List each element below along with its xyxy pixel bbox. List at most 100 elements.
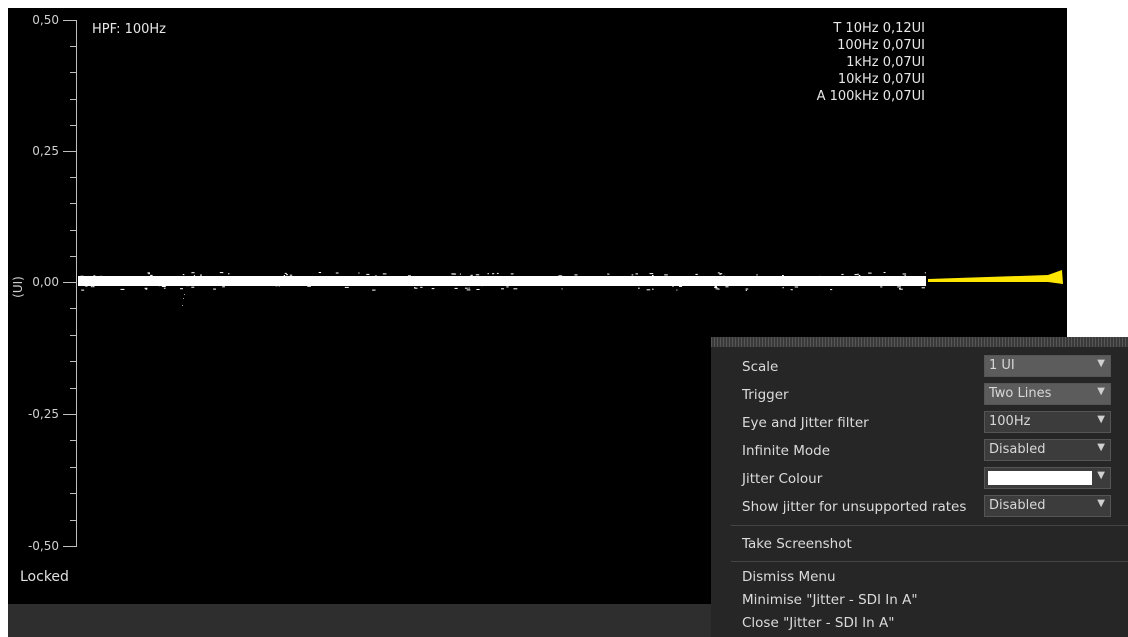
menu-item-trigger[interactable]: Trigger Two Lines ▼ (711, 381, 1128, 409)
jitter-sample (831, 278, 833, 280)
jitter-sample (510, 279, 514, 281)
menu-item-eye-jitter-filter[interactable]: Eye and Jitter filter 100Hz ▼ (711, 409, 1128, 437)
jitter-sample (270, 282, 273, 284)
jitter-sample (183, 279, 187, 280)
jitter-sample (374, 281, 377, 283)
jitter-sample (431, 288, 435, 290)
jitter-sample (849, 281, 852, 283)
jitter-sample (415, 276, 419, 278)
jitter-sample (98, 277, 101, 279)
jitter-sample (578, 278, 582, 280)
jitter-sample (154, 281, 157, 283)
jitter-sample (714, 287, 718, 288)
jitter-sample (569, 278, 574, 280)
jitter-sample (283, 275, 286, 276)
jitter-sample (92, 286, 95, 288)
jitter-sample (81, 283, 83, 285)
jitter-sample (468, 287, 470, 289)
jitter-sample (272, 277, 275, 279)
jitter-sample (841, 273, 844, 275)
menu-divider (731, 561, 1128, 562)
jitter-sample (198, 278, 202, 280)
jitter-sample (430, 281, 434, 282)
jitter-sample (503, 283, 505, 285)
jitter-sample (276, 276, 279, 278)
jitter-sample (148, 273, 150, 275)
chevron-down-icon: ▼ (1097, 442, 1105, 453)
jitter-sample (185, 285, 190, 287)
jitter-sample (277, 284, 279, 286)
jitter-sample (191, 272, 195, 274)
infinite-mode-dropdown[interactable]: Disabled ▼ (984, 439, 1111, 461)
chevron-down-icon: ▼ (1097, 498, 1105, 509)
jitter-sample (144, 287, 148, 289)
jitter-colour-dropdown[interactable]: ▼ (984, 467, 1111, 489)
jitter-sample (151, 275, 153, 277)
jitter-sample (782, 287, 784, 289)
menu-item-label: Jitter Colour (742, 471, 823, 487)
menu-divider (731, 525, 1128, 526)
jitter-sample (721, 282, 725, 284)
jitter-sample (499, 280, 502, 281)
jitter-sample (782, 275, 784, 277)
jitter-sample (501, 288, 504, 290)
jitter-sample (90, 286, 92, 288)
menu-item-infinite-mode[interactable]: Infinite Mode Disabled ▼ (711, 437, 1128, 465)
dismiss-menu-button[interactable]: Dismiss Menu (742, 569, 836, 585)
jitter-sample (464, 287, 468, 289)
jitter-sample (506, 286, 509, 288)
menu-item-jitter-colour[interactable]: Jitter Colour ▼ (711, 465, 1128, 493)
jitter-sample (228, 273, 230, 275)
jitter-sample (477, 281, 481, 283)
chevron-down-icon: ▼ (1097, 358, 1105, 369)
dropdown-value: 100Hz (989, 414, 1031, 429)
jitter-sample (745, 289, 747, 291)
jitter-sample (150, 274, 153, 276)
take-screenshot-button[interactable]: Take Screenshot (742, 536, 852, 552)
jitter-sample (647, 278, 651, 280)
jitter-sample (719, 273, 722, 275)
jitter-sample (706, 280, 710, 282)
jitter-sample (569, 283, 572, 285)
jitter-sample (924, 272, 926, 274)
jitter-sample (284, 272, 287, 274)
jitter-sample (325, 284, 329, 286)
jitter-sample (335, 272, 339, 274)
jitter-sample (513, 288, 518, 290)
close-window-button[interactable]: Close "Jitter - SDI In A" (742, 615, 894, 631)
menu-item-scale[interactable]: Scale 1 UI ▼ (711, 353, 1128, 381)
context-menu: Scale 1 UI ▼ Trigger Two Lines ▼ Eye and… (711, 337, 1128, 637)
jitter-sample (634, 281, 636, 283)
minimise-window-button[interactable]: Minimise "Jitter - SDI In A" (742, 592, 918, 608)
jitter-sample (450, 278, 454, 280)
jitter-sample (429, 278, 433, 280)
jitter-sample (711, 283, 715, 285)
jitter-sample (220, 277, 223, 278)
jitter-sample (556, 284, 560, 286)
jitter-sample (728, 280, 730, 282)
jitter-sample (182, 274, 185, 276)
jitter-sample (846, 284, 850, 286)
jitter-sample (281, 285, 285, 286)
scale-dropdown[interactable]: 1 UI ▼ (984, 355, 1111, 377)
trigger-dropdown[interactable]: Two Lines ▼ (984, 383, 1111, 405)
jitter-sample (714, 286, 717, 288)
jitter-sample (819, 275, 821, 277)
jitter-sample (159, 283, 164, 285)
jitter-sample (81, 289, 85, 291)
jitter-sample (893, 283, 896, 284)
jitter-sample (344, 286, 349, 288)
jitter-sample (209, 284, 213, 286)
jitter-sample (290, 279, 293, 281)
jitter-sample (307, 285, 311, 287)
unsupported-rates-dropdown[interactable]: Disabled ▼ (984, 495, 1111, 517)
menu-item-unsupported-rates[interactable]: Show jitter for unsupported rates Disabl… (711, 493, 1128, 521)
jitter-sample (213, 288, 216, 290)
jitter-sample (476, 289, 480, 290)
jitter-sample (746, 284, 751, 286)
jitter-sample (370, 276, 374, 278)
jitter-sample (179, 277, 182, 279)
filter-dropdown[interactable]: 100Hz ▼ (984, 411, 1111, 433)
jitter-sample (374, 275, 377, 277)
jitter-sample (323, 283, 327, 285)
